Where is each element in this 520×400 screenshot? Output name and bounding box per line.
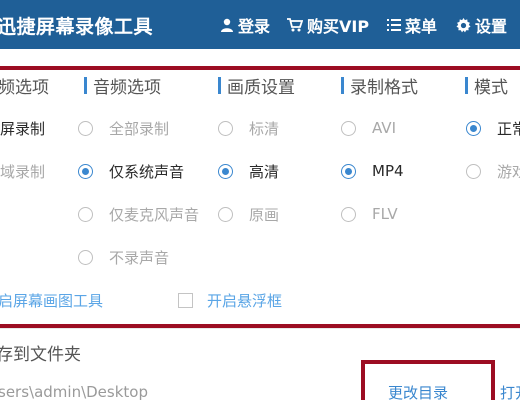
- section-divider: [0, 328, 520, 329]
- radio-button[interactable]: [466, 120, 481, 136]
- buy-vip-label: 购买VIP: [307, 17, 370, 36]
- option-label: AVI: [372, 119, 396, 137]
- quality-settings-header: 画质设置: [218, 74, 295, 98]
- mode-normal-option[interactable]: 正常: [466, 118, 520, 138]
- option-label: 高清: [249, 162, 280, 181]
- login-label: 登录: [238, 17, 271, 36]
- quality-original-option[interactable]: 原画: [218, 204, 279, 224]
- option-label: 域录制: [0, 162, 46, 181]
- radio-button[interactable]: [78, 163, 93, 179]
- region-record-option[interactable]: 域录制: [0, 161, 45, 181]
- video-options-header: 频选项: [0, 74, 49, 98]
- option-label: FLV: [372, 205, 398, 223]
- cart-icon: [287, 18, 303, 32]
- option-label: 原画: [249, 205, 280, 224]
- format-mp4-option[interactable]: MP4: [341, 161, 404, 181]
- header-accent-bar: [341, 76, 344, 94]
- radio-button[interactable]: [218, 206, 233, 222]
- mode-header: 模式: [465, 74, 508, 98]
- mode-header-label: 模式: [474, 77, 508, 98]
- radio-button[interactable]: [78, 249, 93, 265]
- save-path-field[interactable]: [0, 382, 338, 400]
- option-label: 不录声音: [109, 248, 170, 267]
- app-title: 迅捷屏幕录像工具: [0, 16, 154, 38]
- settings-button[interactable]: 设置: [456, 15, 508, 36]
- floating-window-label: 开启悬浮框: [207, 291, 283, 310]
- gear-icon: [456, 17, 471, 32]
- radio-button[interactable]: [78, 206, 93, 222]
- option-label: 标清: [249, 119, 280, 138]
- radio-button[interactable]: [218, 120, 233, 136]
- change-directory-button[interactable]: 更改目录: [388, 382, 448, 400]
- user-icon: [221, 18, 233, 32]
- header-accent-bar: [465, 76, 468, 94]
- login-button[interactable]: 登录: [220, 15, 271, 36]
- audio-system-only-option[interactable]: 仅系统声音: [78, 161, 184, 181]
- format-flv-option[interactable]: FLV: [341, 204, 398, 224]
- radio-button[interactable]: [341, 120, 356, 136]
- option-label: MP4: [372, 162, 404, 180]
- title-bar: 迅捷屏幕录像工具 登录 购买VIP 菜单 设置: [0, 0, 520, 49]
- radio-button[interactable]: [341, 163, 356, 179]
- audio-mic-only-option[interactable]: 仅麦克风声音: [78, 204, 199, 224]
- video-options-header-label: 频选项: [0, 77, 49, 98]
- option-label: 游戏: [497, 162, 520, 181]
- audio-options-header: 音频选项: [84, 74, 161, 98]
- audio-all-option[interactable]: 全部录制: [78, 118, 169, 138]
- option-label: 屏录制: [0, 119, 46, 138]
- fullscreen-record-option[interactable]: 屏录制: [0, 118, 45, 138]
- header-accent-bar: [218, 76, 221, 94]
- radio-button[interactable]: [218, 163, 233, 179]
- quality-hd-option[interactable]: 高清: [218, 161, 279, 181]
- header-accent-bar: [84, 76, 87, 94]
- audio-none-option[interactable]: 不录声音: [78, 247, 169, 267]
- save-folder-title: 存到文件夹: [0, 345, 81, 365]
- format-avi-option[interactable]: AVI: [341, 118, 396, 138]
- mode-game-option[interactable]: 游戏: [466, 161, 520, 181]
- brush-tool-label: 启屏幕画图工具: [0, 291, 104, 310]
- record-format-header: 录制格式: [341, 74, 418, 98]
- radio-button[interactable]: [78, 120, 93, 136]
- option-label: 仅麦克风声音: [109, 205, 200, 224]
- option-label: 正常: [497, 119, 520, 138]
- option-label: 仅系统声音: [109, 162, 185, 181]
- floating-window-checkbox[interactable]: 开启悬浮框: [178, 290, 282, 310]
- open-folder-link[interactable]: 打开: [500, 382, 520, 400]
- option-label: 全部录制: [109, 119, 170, 138]
- checkbox-box[interactable]: [178, 292, 193, 308]
- menu-label: 菜单: [405, 17, 438, 36]
- audio-options-header-label: 音频选项: [93, 77, 161, 98]
- record-format-header-label: 录制格式: [350, 77, 418, 98]
- quality-standard-option[interactable]: 标清: [218, 118, 279, 138]
- brush-tool-checkbox[interactable]: 启屏幕画图工具: [0, 290, 103, 310]
- menu-button[interactable]: 菜单: [387, 15, 438, 36]
- buy-vip-button[interactable]: 购买VIP: [287, 15, 370, 36]
- settings-label: 设置: [475, 17, 508, 36]
- list-icon: [387, 19, 401, 31]
- quality-settings-header-label: 画质设置: [227, 77, 295, 98]
- radio-button[interactable]: [466, 163, 481, 179]
- radio-button[interactable]: [341, 206, 356, 222]
